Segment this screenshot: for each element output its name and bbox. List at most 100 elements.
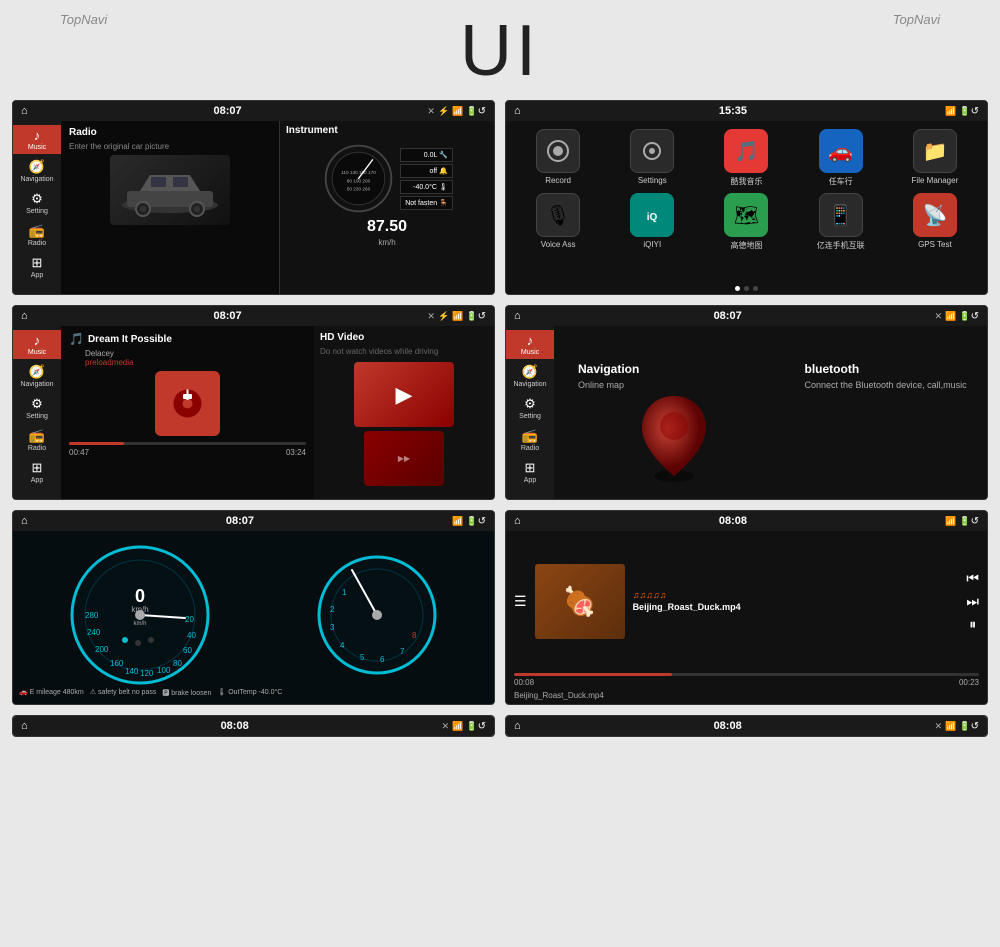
status-bar-6: ⌂ 08:08 📶🔋 ↺	[506, 511, 987, 531]
svg-text:2: 2	[330, 605, 335, 614]
app-label-yilian: 亿连手机互联	[817, 240, 865, 251]
close-btn-6[interactable]: ↺	[971, 516, 979, 527]
app-music-cn[interactable]: 🎵 酷我音乐	[702, 129, 790, 187]
status-icons-3: ✕⚡📶🔋	[427, 311, 477, 322]
status-bar-8: ⌂ 08:08 ✕📶🔋 ↺	[506, 716, 987, 736]
svg-text:5: 5	[360, 653, 365, 662]
svg-text:km/h: km/h	[132, 605, 149, 614]
page-dots-2	[506, 286, 987, 291]
radio-title: Radio	[69, 127, 271, 138]
home-icon-1[interactable]: ⌂	[21, 105, 28, 117]
sidebar-app-3[interactable]: ⊞ App	[13, 457, 61, 487]
hd-video-thumb2: ▶▶	[364, 431, 444, 486]
svg-text:200: 200	[95, 645, 109, 654]
car-image	[110, 155, 230, 225]
video-title: Beijing_Roast_Duck.mp4	[633, 602, 959, 612]
app-yilian[interactable]: 📱 亿连手机互联	[797, 193, 885, 251]
music-left: 🎵 Dream It Possible Delacey preloadmedia	[61, 326, 314, 499]
video-filename: Beijing_Roast_Duck.mp4	[506, 689, 987, 704]
sidebar-setting-1[interactable]: ⚙ Setting	[13, 188, 61, 218]
close-btn-5[interactable]: ↺	[478, 516, 486, 527]
app-label-renche: 任车行	[829, 176, 853, 187]
music-total-time: 03:24	[286, 448, 306, 457]
sidebar-setting-3[interactable]: ⚙ Setting	[13, 393, 61, 423]
home-icon-4[interactable]: ⌂	[514, 310, 521, 322]
app-icon-renche: 🚗	[819, 129, 863, 173]
sidebar-nav-1[interactable]: 🧭 Navigation	[13, 156, 61, 186]
close-btn-7[interactable]: ↺	[478, 721, 486, 732]
stat-outtemp: 🌡 OutTemp -40.0°C	[217, 688, 282, 698]
brand-logo-left: TopNavi	[60, 12, 107, 27]
app-label-iqiyi: iQIYI	[643, 240, 661, 249]
sidebar-radio-3[interactable]: 📻 Radio	[13, 425, 61, 455]
music-source: preloadmedia	[85, 358, 306, 367]
close-btn-4[interactable]: ↺	[971, 311, 979, 322]
app-label-filemanager: File Manager	[912, 176, 959, 185]
svg-text:km/h: km/h	[134, 621, 147, 627]
sidebar-app-1[interactable]: ⊞ App	[13, 252, 61, 282]
svg-text:110 130 150 170: 110 130 150 170	[341, 170, 376, 175]
status-bar-7: ⌂ 08:08 ✕📶🔋 ↺	[13, 716, 494, 736]
home-icon-5[interactable]: ⌂	[21, 515, 28, 527]
map-pin-svg	[634, 386, 714, 486]
app-icon-voiceass: 🎙	[536, 193, 580, 237]
app-record[interactable]: Record	[514, 129, 602, 187]
speed-display: 87.50	[286, 218, 488, 236]
sidebar-music-1[interactable]: ♪ Music	[13, 125, 61, 154]
app-iqiyi[interactable]: iQ iQIYI	[608, 193, 696, 251]
home-icon-2[interactable]: ⌂	[514, 105, 521, 117]
sidebar-nav-3[interactable]: 🧭 Navigation	[13, 361, 61, 391]
app-icon-1: ⊞	[32, 255, 43, 271]
sidebar-radio-1[interactable]: 📻 Radio	[13, 220, 61, 250]
stat-boxes: 0.0L 🔧 off 🔔 -40.0°C 🌡 Not fasten 🪑	[400, 148, 453, 210]
pause-btn[interactable]: ⏸	[969, 616, 976, 633]
play-icon[interactable]: ▶	[396, 382, 413, 408]
app-voiceass[interactable]: 🎙 Voice Ass	[514, 193, 602, 251]
sidebar-app-4[interactable]: ⊞ App	[506, 457, 554, 487]
home-icon-6[interactable]: ⌂	[514, 515, 521, 527]
album-art	[155, 371, 220, 436]
home-icon-3[interactable]: ⌂	[21, 310, 28, 322]
sidebar-music-3[interactable]: ♪ Music	[13, 330, 61, 359]
app-gaode[interactable]: 🗺 高德地图	[702, 193, 790, 251]
app-filemanager[interactable]: 📁 File Manager	[891, 129, 979, 187]
home-icon-7[interactable]: ⌂	[21, 720, 28, 732]
page-header: TopNavi TopNavi UI	[0, 0, 1000, 100]
status-icons-4: ✕📶🔋	[935, 311, 971, 322]
close-btn-2[interactable]: ↺	[971, 106, 979, 117]
app-gpstest[interactable]: 📡 GPS Test	[891, 193, 979, 251]
time-5: 08:07	[28, 515, 453, 527]
sidebar-setting-4[interactable]: ⚙ Setting	[506, 393, 554, 423]
video-progress-track[interactable]	[514, 673, 979, 676]
prev-btn[interactable]: ⏮	[966, 570, 979, 587]
hd-video-warning: Do not watch videos while driving	[320, 347, 438, 356]
music-progress-bar[interactable]	[69, 442, 306, 445]
stat-brake: 🅿 brake loosen	[162, 688, 211, 698]
sidebar-radio-4[interactable]: 📻 Radio	[506, 425, 554, 455]
sidebar-nav-4[interactable]: 🧭 Navigation	[506, 361, 554, 391]
app-settings[interactable]: Settings	[608, 129, 696, 187]
status-bar-3: ⌂ 08:07 ✕⚡📶🔋 ↺	[13, 306, 494, 326]
status-icons-2: 📶🔋	[945, 106, 970, 117]
svg-text:7: 7	[400, 647, 405, 656]
eq-main: 60HZ 230HZ 910HZ 3600HZ 14K 20KHZ	[123, 736, 494, 737]
close-btn-1[interactable]: ↺	[478, 106, 486, 117]
close-btn-3[interactable]: ↺	[478, 311, 486, 322]
screen-apps: ⌂ 15:35 📶🔋 ↺ Record Settings	[505, 100, 988, 295]
screen-video: ⌂ 08:08 📶🔋 ↺ ☰ 🍖 ♫♫♫♫♫ Beijing_Roast_Duc…	[505, 510, 988, 705]
home-icon-8[interactable]: ⌂	[514, 720, 521, 732]
svg-text:280: 280	[85, 611, 99, 620]
s8-reverse-item[interactable]: P Reverse	[506, 736, 626, 737]
close-btn-8[interactable]: ↺	[971, 721, 979, 732]
settings-nav-item[interactable]: 🧭 Navigation	[13, 736, 123, 737]
video-time-row: 00:08 00:23	[514, 678, 979, 687]
video-menu-icon[interactable]: ☰	[514, 593, 527, 610]
nav-icon-1: 🧭	[29, 159, 45, 175]
music-main: 🎵 Dream It Possible Delacey preloadmedia	[61, 326, 494, 499]
next-btn[interactable]: ⏭	[966, 593, 979, 610]
app-renche[interactable]: 🚗 任车行	[797, 129, 885, 187]
svg-text:iQ: iQ	[647, 212, 658, 223]
video-controls: ⏮ ⏭ ⏸	[966, 570, 979, 633]
album-art-svg	[170, 386, 205, 421]
sidebar-music-4[interactable]: ♪ Music	[506, 330, 554, 359]
